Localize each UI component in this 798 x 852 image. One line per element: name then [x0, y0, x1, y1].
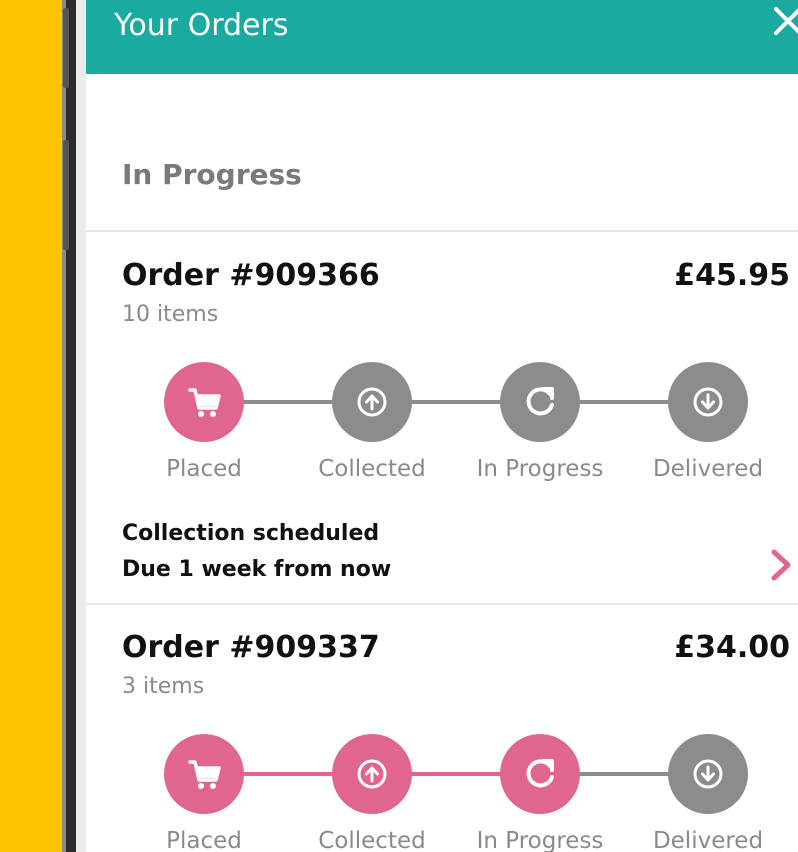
progress-step-in-progress: In Progress — [455, 362, 625, 482]
progress-step-placed: Placed — [119, 734, 289, 852]
cart-icon — [188, 760, 221, 789]
order-item-count: 3 items — [122, 674, 205, 699]
refresh-icon — [526, 387, 554, 416]
step-circle — [500, 362, 580, 442]
upload-icon — [357, 759, 387, 789]
orders-screen: Your Orders In Progress Order #909366 £4… — [86, 0, 798, 852]
step-circle — [332, 362, 412, 442]
section-title: In Progress — [122, 158, 302, 191]
close-button[interactable] — [772, 4, 798, 44]
step-circle — [668, 734, 748, 814]
progress-step-delivered: Delivered — [623, 734, 793, 852]
step-circle — [332, 734, 412, 814]
order-status: Collection scheduled Due 1 week from now — [122, 516, 391, 588]
step-circle — [500, 734, 580, 814]
divider — [86, 230, 798, 232]
progress-step-placed: Placed — [119, 362, 289, 482]
order-price: £45.95 — [674, 258, 790, 293]
order-item-count: 10 items — [122, 302, 219, 327]
order-progress-tracker: Placed Collected In Progress Delivered — [86, 734, 798, 852]
page-title: Your Orders — [114, 8, 289, 43]
order-details-button[interactable] — [768, 548, 794, 586]
order-progress-tracker: Placed Collected In Progress Delivered — [86, 362, 798, 492]
step-label: Placed — [166, 828, 242, 852]
refresh-icon — [526, 759, 554, 788]
app-header: Your Orders — [86, 0, 798, 74]
step-label: In Progress — [476, 828, 604, 852]
progress-step-in-progress: In Progress — [455, 734, 625, 852]
download-icon — [693, 387, 723, 417]
order-number: Order #909337 — [122, 630, 380, 665]
close-icon — [774, 7, 798, 35]
chevron-right-icon — [771, 549, 791, 581]
divider — [86, 603, 798, 605]
progress-step-collected: Collected — [287, 734, 457, 852]
download-icon — [693, 759, 723, 789]
status-text: Collection scheduled — [122, 521, 380, 546]
step-label: Placed — [166, 456, 242, 482]
phone-frame-inner — [76, 0, 86, 852]
phone-frame — [66, 0, 76, 852]
progress-step-delivered: Delivered — [623, 362, 793, 482]
step-label: Collected — [318, 456, 426, 482]
step-label: In Progress — [476, 456, 604, 482]
phone-side-button — [63, 8, 69, 88]
order-number: Order #909366 — [122, 258, 380, 293]
upload-icon — [357, 387, 387, 417]
due-text: Due 1 week from now — [122, 557, 392, 582]
step-label: Collected — [318, 828, 426, 852]
step-circle — [164, 734, 244, 814]
order-price: £34.00 — [674, 630, 790, 665]
cart-icon — [188, 388, 221, 417]
progress-step-collected: Collected — [287, 362, 457, 482]
step-label: Delivered — [652, 456, 764, 482]
step-label: Delivered — [652, 828, 764, 852]
step-circle — [668, 362, 748, 442]
phone-side-button — [63, 140, 69, 250]
step-circle — [164, 362, 244, 442]
